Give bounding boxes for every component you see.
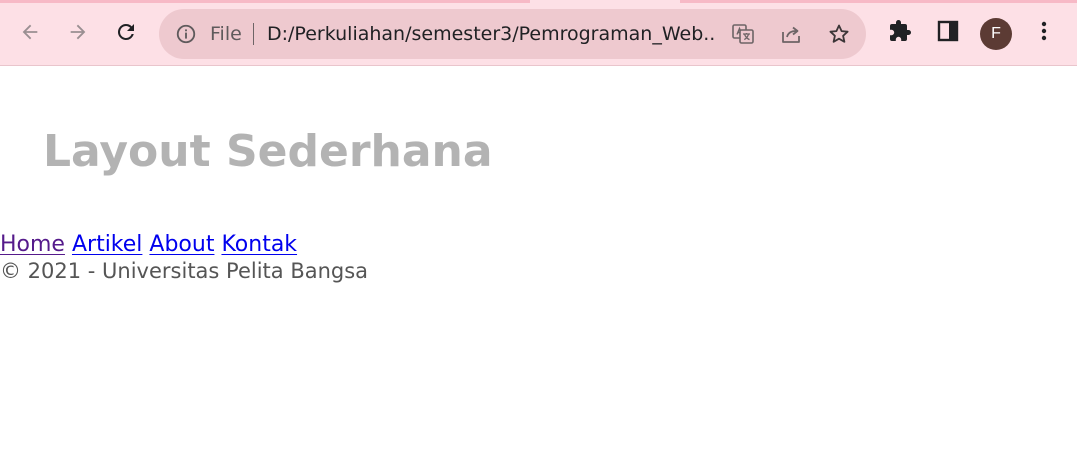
- page-title: Layout Sederhana: [43, 126, 493, 177]
- reload-button[interactable]: [111, 17, 141, 47]
- tab-strip-edge: [0, 0, 1077, 3]
- nav-link-home[interactable]: Home: [0, 232, 65, 257]
- scheme-label: File: [210, 23, 242, 45]
- main-nav: Home Artikel About Kontak: [0, 232, 297, 258]
- kebab-menu-icon: [1032, 19, 1056, 47]
- scheme-separator: [253, 23, 254, 45]
- reload-icon: [114, 20, 138, 44]
- forward-button[interactable]: [63, 17, 93, 47]
- back-arrow-icon: [19, 21, 41, 43]
- footer-text: © 2021 - Universitas Pelita Bangsa: [0, 259, 369, 283]
- nav-link-kontak[interactable]: Kontak: [221, 232, 297, 257]
- share-icon[interactable]: [778, 21, 804, 47]
- url-text[interactable]: D:/Perkuliahan/semester3/Pemrograman_Web…: [267, 22, 717, 46]
- address-bar[interactable]: File D:/Perkuliahan/semester3/Pemrograma…: [159, 9, 866, 59]
- profile-avatar[interactable]: F: [980, 18, 1012, 50]
- translate-icon[interactable]: [730, 21, 756, 47]
- nav-link-about[interactable]: About: [149, 232, 214, 257]
- info-icon[interactable]: [174, 22, 198, 46]
- back-button[interactable]: [15, 17, 45, 47]
- nav-link-artikel[interactable]: Artikel: [72, 232, 142, 257]
- forward-arrow-icon: [67, 21, 89, 43]
- side-panel-icon: [936, 19, 960, 47]
- puzzle-icon: [888, 19, 912, 47]
- page-content: Layout Sederhana Home Artikel About Kont…: [0, 66, 1077, 466]
- browser-menu-button[interactable]: [1028, 17, 1060, 49]
- browser-toolbar: File D:/Perkuliahan/semester3/Pemrograma…: [0, 0, 1077, 66]
- side-panel-button[interactable]: [932, 17, 964, 49]
- extensions-button[interactable]: [884, 17, 916, 49]
- star-icon[interactable]: [826, 21, 852, 47]
